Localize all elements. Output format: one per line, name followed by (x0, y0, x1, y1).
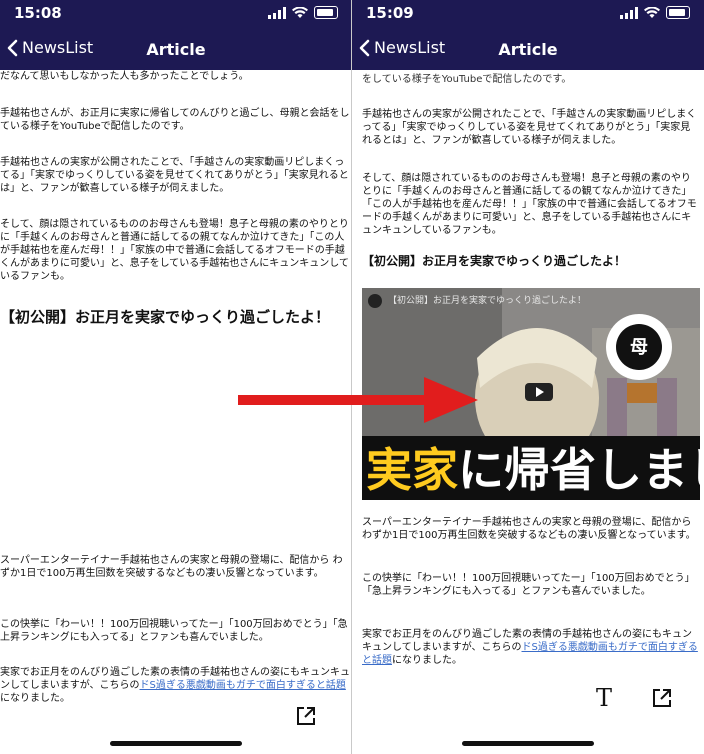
article-paragraph: そして、顔は隠されているもののお母さんも登場！息子と母親の素のやりとりに「手越く… (362, 173, 697, 236)
video-caption-bar: 実家に帰省しました (362, 436, 700, 500)
home-indicator (462, 741, 594, 746)
status-time: 15:09 (366, 4, 414, 22)
article-paragraph: 手越祐也さんが、お正月に実家に帰省してのんびりと過ごし、母親と会話をしている様子… (362, 70, 692, 85)
article-paragraph: スーパーエンターテイナー手越祐也さんの実家と母親の登場に、配信から わずか1日で… (0, 555, 343, 579)
page-title: Article (146, 40, 206, 59)
mother-badge: 母 (606, 314, 672, 380)
article-paragraph: そして、顔は隠されているもののお母さんも登場！息子と母親の素のやりとりに「手越く… (0, 219, 349, 282)
share-icon[interactable] (294, 704, 318, 728)
nav-bar: 15:09 NewsList Article (352, 0, 704, 70)
article-heading: 【初公開】お正月を実家でゆっくり過ごしたよ！ (362, 254, 627, 268)
caption-rest: に帰省しました (458, 443, 700, 497)
article-link[interactable]: ドS過ぎる悪戯動画もガチで面白すぎると話題 (140, 680, 346, 691)
battery-icon (314, 6, 338, 19)
badge-label: 母 (616, 324, 662, 370)
article-paragraph: この快挙に「わーい！！100万回視聴いってたー」「100万回おめでとう」「急上昇… (0, 619, 348, 643)
wifi-icon (644, 6, 660, 18)
status-icons (620, 6, 690, 19)
paragraph-text: になりました。 (392, 655, 462, 666)
status-icons (268, 6, 338, 19)
text-size-button[interactable]: T (596, 684, 612, 712)
status-time: 15:08 (14, 4, 62, 22)
play-button[interactable] (525, 383, 553, 401)
video-caption: 実家に帰省しました (366, 444, 700, 496)
video-title: 【初公開】お正月を実家でゆっくり過ごしたよ！ (368, 294, 586, 308)
article-paragraph: だなんて思いもしなかった人も多かったことでしょう。 (0, 71, 249, 82)
article-paragraph: スーパーエンターテイナー手越祐也さんの実家と母親の登場に、配信からわずか1日で1… (362, 517, 696, 541)
share-icon[interactable] (650, 686, 674, 710)
comparison-screenshot: 15:08 NewsList Article だなんて思いもしなかった人も多かっ… (0, 0, 704, 754)
caption-highlight: 実家 (366, 443, 458, 497)
article-paragraph: 手越祐也さんの実家が公開されたことで、「手越さんの実家動画リピしまくってる」「実… (0, 157, 349, 194)
article-paragraph: 実家でお正月をのんびり過ごした素の表情の手越祐也さんの姿にもキュンキュンしてしま… (362, 628, 700, 667)
page-title: Article (498, 40, 558, 59)
signal-icon (268, 6, 286, 19)
paragraph-text: になりました。 (0, 693, 70, 704)
video-title-text: 【初公開】お正月を実家でゆっくり過ごしたよ！ (388, 295, 587, 306)
signal-icon (620, 6, 638, 19)
article-heading: 【初公開】お正月を実家でゆっくり過ごしたよ！ (0, 308, 331, 326)
home-indicator (110, 741, 242, 746)
battery-icon (666, 6, 690, 19)
channel-avatar (368, 294, 382, 308)
article-paragraph: 実家でお正月をのんびり過ごした素の表情の手越祐也さんの姿にもキュンキュンしてしま… (0, 666, 352, 705)
article-paragraph: 手越祐也さんが、お正月に実家に帰省してのんびりと過ごし、母親と会話をしている様子… (0, 108, 350, 132)
article-paragraph: この快挙に「わーい！！100万回視聴いってたー」「100万回おめでとう」「急上昇… (362, 573, 695, 597)
wifi-icon (292, 6, 308, 18)
annotation-arrow-icon (238, 377, 478, 423)
article-paragraph: 手越祐也さんの実家が公開されたことで、「手越さんの実家動画リピしまくってる」「実… (362, 109, 697, 146)
nav-bar: 15:08 NewsList Article (0, 0, 352, 70)
